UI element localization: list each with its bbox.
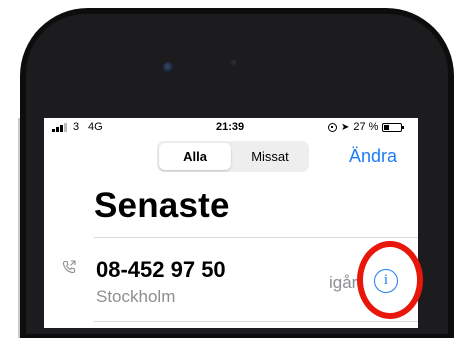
signal-icon (52, 123, 67, 132)
divider (94, 237, 418, 238)
battery-percent: 27 % (353, 121, 379, 133)
annotation-highlight-circle (357, 241, 423, 319)
calls-filter-segment: Alla Missat (157, 141, 309, 172)
status-time: 21:39 (216, 121, 245, 133)
phone-outgoing-icon (62, 260, 76, 274)
front-camera (163, 62, 174, 73)
call-number[interactable]: 08-452 97 50 (96, 257, 226, 283)
speaker-dot (231, 60, 236, 65)
page-title: Senaste (94, 186, 230, 225)
status-right: ➤ 27 % (328, 121, 405, 133)
segment-missed[interactable]: Missat (233, 143, 307, 170)
rotation-lock-icon (328, 122, 337, 132)
segment-all[interactable]: Alla (159, 143, 231, 170)
location-icon: ➤ (341, 121, 350, 133)
carrier-name: 3 (73, 121, 80, 133)
edit-button[interactable]: Ändra (349, 146, 397, 167)
call-location: Stockholm (96, 287, 176, 306)
battery-icon (382, 122, 405, 132)
network-type: 4G (88, 121, 103, 133)
call-time: igår (329, 273, 358, 292)
status-bar: 3 4G 21:39 ➤ 27 % (44, 118, 418, 136)
